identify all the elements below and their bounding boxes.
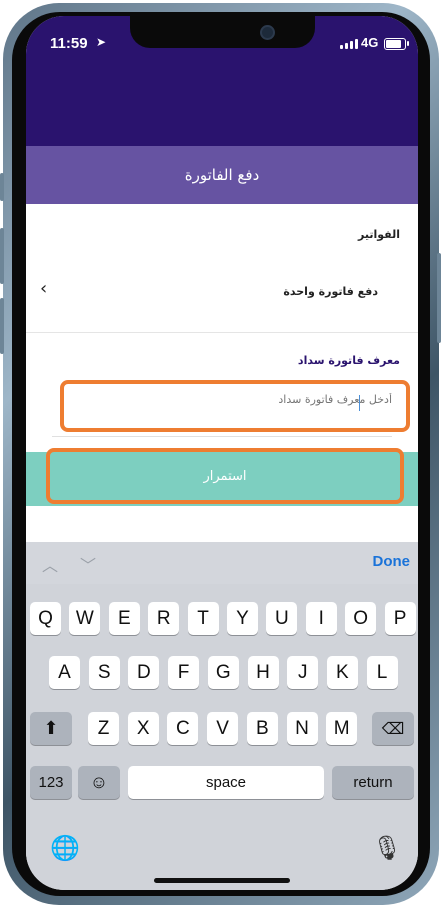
text-caret — [359, 395, 360, 411]
done-button[interactable]: Done — [373, 553, 411, 570]
delete-icon: ⌫ — [381, 720, 405, 738]
key-y[interactable]: Y — [227, 602, 258, 635]
key-f[interactable]: F — [168, 656, 200, 689]
location-arrow-icon: ➤ — [96, 35, 107, 49]
input-underline — [52, 436, 392, 437]
continue-button-label: استمرار — [203, 468, 247, 484]
key-v[interactable]: V — [207, 712, 239, 745]
pay-single-bill-row[interactable]: ‹ دفع فاتورة واحدة — [26, 266, 418, 318]
home-indicator — [154, 878, 290, 883]
return-key[interactable]: return — [332, 766, 414, 799]
mute-switch — [0, 173, 4, 201]
key-z[interactable]: Z — [88, 712, 119, 745]
space-key[interactable]: space — [128, 766, 324, 799]
key-r[interactable]: R — [148, 602, 180, 635]
status-bar: 11:59 ➤ 4G — [26, 16, 418, 70]
key-o[interactable]: O — [345, 602, 377, 635]
phone-screen: 11:59 ➤ 4G دفع الفاتورة الفواتير ‹ دفع ف… — [26, 16, 418, 890]
key-d[interactable]: D — [128, 656, 160, 689]
bill-id-input-highlight — [60, 380, 410, 432]
shift-key[interactable]: ⬆ — [30, 712, 72, 745]
key-u[interactable]: U — [266, 602, 298, 635]
key-l[interactable]: L — [366, 656, 398, 689]
key-q[interactable]: Q — [30, 602, 61, 635]
key-n[interactable]: N — [286, 712, 318, 745]
battery-icon — [384, 38, 406, 50]
globe-icon[interactable]: 🌐 — [50, 834, 80, 862]
battery-tip — [407, 41, 409, 46]
key-b[interactable]: B — [246, 712, 278, 745]
key-w[interactable]: W — [69, 602, 101, 635]
emoji-key[interactable]: ☺ — [78, 766, 120, 799]
delete-key[interactable]: ⌫ — [372, 712, 414, 745]
numbers-key[interactable]: 123 — [30, 766, 72, 799]
volume-up-button — [0, 228, 4, 284]
power-button — [437, 253, 441, 343]
key-a[interactable]: A — [49, 656, 80, 689]
key-i[interactable]: I — [305, 602, 337, 635]
network-type: 4G — [361, 35, 379, 50]
previous-field-icon[interactable]: ︿ — [42, 552, 58, 576]
signal-icon — [340, 39, 358, 49]
key-s[interactable]: S — [88, 656, 120, 689]
bill-id-input[interactable] — [90, 392, 394, 407]
pay-single-bill-label: دفع فاتورة واحدة — [283, 285, 378, 298]
key-t[interactable]: T — [187, 602, 219, 635]
section-label-bills: الفواتير — [358, 228, 400, 241]
chevron-left-icon: ‹ — [40, 278, 48, 299]
key-j[interactable]: J — [287, 656, 319, 689]
next-field-icon[interactable]: ﹀ — [80, 552, 96, 576]
shift-icon: ⬆ — [43, 718, 59, 738]
keyboard-toolbar: ︿ ﹀ Done — [26, 542, 418, 584]
divider — [26, 332, 418, 333]
bill-id-label: معرف فاتورة سداد — [297, 354, 400, 367]
title-bar: دفع الفاتورة — [26, 146, 418, 204]
key-p[interactable]: P — [384, 602, 416, 635]
continue-button[interactable]: استمرار — [46, 448, 404, 504]
key-m[interactable]: M — [326, 712, 358, 745]
microphone-icon[interactable]: 🎙 — [372, 834, 402, 862]
key-k[interactable]: K — [326, 656, 358, 689]
status-time: 11:59 — [50, 35, 88, 52]
emoji-icon: ☺ — [89, 772, 109, 792]
volume-down-button — [0, 298, 4, 354]
key-x[interactable]: X — [127, 712, 159, 745]
key-h[interactable]: H — [247, 656, 279, 689]
key-e[interactable]: E — [108, 602, 140, 635]
key-g[interactable]: G — [207, 656, 239, 689]
page-title: دفع الفاتورة — [184, 166, 260, 184]
key-c[interactable]: C — [167, 712, 199, 745]
